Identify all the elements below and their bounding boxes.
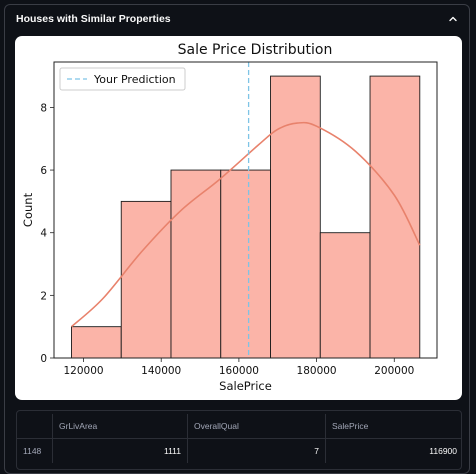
- histogram-bar-6: [369, 75, 421, 359]
- histogram-bar-1: [120, 200, 172, 359]
- table-header-index: [17, 414, 52, 438]
- legend-prediction-label: Your Prediction: [93, 73, 176, 86]
- histogram-svg: Sale Price Distribution 120000 140000 1600…: [21, 42, 438, 393]
- table-cell-grlivarea[interactable]: 1111: [52, 439, 187, 463]
- table-row-index: 1148: [23, 446, 42, 456]
- expander-title: Houses with Similar Properties: [16, 13, 171, 25]
- chevron-up-icon[interactable]: [447, 13, 459, 25]
- y-tick-label-4: 8: [40, 102, 47, 114]
- table-row[interactable]: 1148 1111 7 116900: [17, 438, 461, 463]
- y-tick-label-1: 2: [40, 290, 47, 302]
- chart-legend: Your Prediction: [59, 67, 186, 91]
- x-tick-label-2: 160000: [219, 365, 259, 377]
- histogram-bar-0: [71, 326, 122, 359]
- y-tick-label-2: 4: [40, 228, 47, 240]
- histogram-bar-5: [319, 232, 371, 359]
- histogram-bar-3: [220, 169, 271, 359]
- histogram-bar-4: [270, 75, 321, 359]
- chart-title: Sale Price Distribution: [178, 42, 333, 58]
- x-tick-label-4: 200000: [374, 365, 414, 377]
- x-tick-label-1: 140000: [141, 365, 181, 377]
- x-axis-label: SalePrice: [219, 379, 272, 393]
- x-tick-label-3: 180000: [297, 365, 337, 377]
- sale-price-chart: Sale Price Distribution 120000 140000 1600…: [15, 36, 462, 400]
- y-axis-label: Count: [21, 192, 35, 227]
- table-header-overallqual[interactable]: OverallQual: [187, 414, 325, 438]
- table-header-grlivarea[interactable]: GrLivArea: [52, 414, 187, 438]
- table-cell-overallqual[interactable]: 7: [187, 439, 325, 463]
- expander-header[interactable]: Houses with Similar Properties: [5, 5, 469, 35]
- table-header-saleprice[interactable]: SalePrice: [325, 414, 461, 438]
- y-tick-label-0: 0: [40, 353, 47, 365]
- table-header-row: GrLivArea OverallQual SalePrice: [17, 414, 461, 438]
- similar-houses-table[interactable]: GrLivArea OverallQual SalePrice 1148 111…: [16, 410, 462, 470]
- table-cell-saleprice[interactable]: 116900: [325, 439, 461, 463]
- y-tick-label-3: 6: [40, 165, 47, 177]
- x-tick-label-0: 120000: [63, 365, 103, 377]
